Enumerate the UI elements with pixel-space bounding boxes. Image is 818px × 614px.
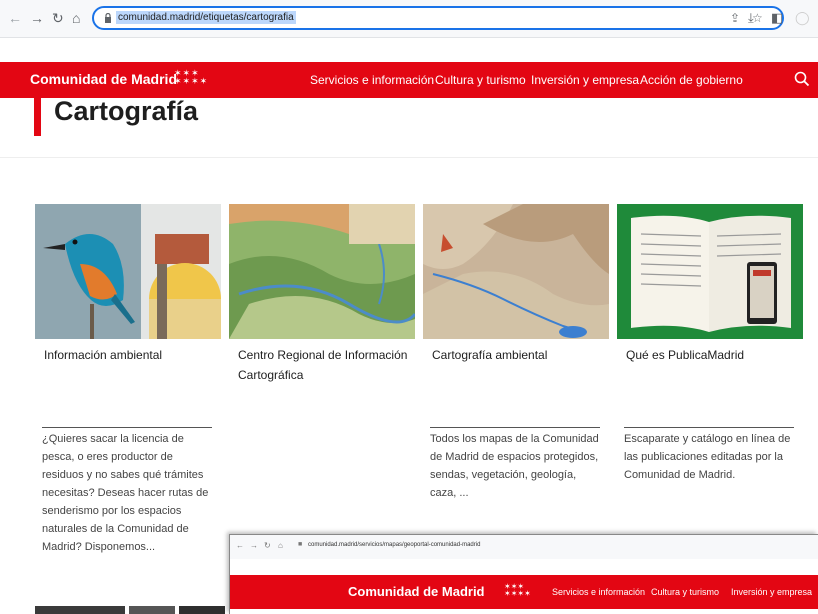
lock-icon bbox=[105, 13, 111, 23]
overlay-nav-servicios: Servicios e información bbox=[552, 587, 646, 597]
card-title[interactable]: Información ambiental bbox=[44, 345, 220, 365]
reload-icon[interactable]: ↻ bbox=[52, 10, 64, 27]
profile-icon[interactable]: ◯ bbox=[795, 10, 810, 26]
brand-logo-text[interactable]: Comunidad de Madrid bbox=[30, 71, 177, 87]
stars-logo-icon: ✶✶✶ ✶✶✶✶ bbox=[174, 68, 209, 86]
overlay-brand: Comunidad de Madrid bbox=[348, 584, 485, 599]
overlay-browser-toolbar: ← → ↻ ⌂ ■ comunidad.madrid/servicios/map… bbox=[230, 535, 818, 559]
divider bbox=[42, 427, 212, 428]
partial-thumbnails bbox=[35, 606, 225, 614]
back-icon[interactable]: ← bbox=[8, 10, 22, 26]
share-icon[interactable]: ⇪ bbox=[730, 11, 740, 25]
card-title[interactable]: Qué es PublicaMadrid bbox=[626, 345, 802, 365]
nav-cultura[interactable]: Cultura y turismo bbox=[435, 73, 526, 87]
card-description: ¿Quieres sacar la licencia de pesca, o e… bbox=[42, 433, 209, 553]
forward-icon: → bbox=[250, 541, 258, 550]
overlay-url-text: comunidad.madrid/servicios/mapas/geoport… bbox=[308, 542, 481, 548]
overlay-nav-cultura: Cultura y turismo bbox=[651, 587, 720, 597]
card-description: Todos los mapas de la Comunidad de Madri… bbox=[430, 433, 599, 499]
kingfisher-image[interactable] bbox=[35, 204, 221, 339]
home-icon[interactable]: ⌂ bbox=[72, 10, 80, 26]
lock-icon: ■ bbox=[298, 541, 303, 548]
terrain-image[interactable] bbox=[423, 204, 609, 339]
overlay-screenshot: ← → ↻ ⌂ ■ comunidad.madrid/servicios/map… bbox=[229, 534, 818, 614]
relief-map-image[interactable] bbox=[229, 204, 415, 339]
window-icon[interactable]: ◧ bbox=[771, 10, 783, 26]
card-title[interactable]: Centro Regional de Información Cartográf… bbox=[238, 345, 414, 385]
nav-servicios[interactable]: Servicios e información bbox=[310, 73, 434, 87]
download-icon[interactable]: ⤓ bbox=[748, 10, 754, 26]
card-title[interactable]: Cartografía ambiental bbox=[432, 345, 608, 365]
url-text: comunidad.madrid/etiquetas/cartografia bbox=[116, 11, 296, 24]
card-description: Escaparate y catálogo en línea de las pu… bbox=[624, 433, 791, 481]
book-image[interactable] bbox=[617, 204, 803, 339]
search-icon[interactable] bbox=[794, 71, 810, 87]
divider bbox=[430, 427, 600, 428]
title-accent-bar bbox=[34, 96, 41, 136]
home-icon: ⌂ bbox=[278, 541, 283, 550]
nav-accion-gobierno[interactable]: Acción de gobierno bbox=[640, 73, 743, 87]
address-bar[interactable]: comunidad.madrid/etiquetas/cartografia ⇪… bbox=[92, 6, 784, 30]
stars-logo-icon: ✶✶✶ ✶✶✶✶ bbox=[504, 582, 531, 598]
card-centro-regional[interactable]: Centro Regional de Información Cartográf… bbox=[229, 204, 415, 385]
divider bbox=[0, 157, 818, 158]
card-publicamadrid[interactable]: Qué es PublicaMadrid bbox=[617, 204, 803, 365]
site-header: Comunidad de Madrid ✶✶✶ ✶✶✶✶ Servicios e … bbox=[0, 62, 818, 98]
overlay-nav-inversion: Inversión y empresa bbox=[731, 587, 813, 597]
browser-toolbar: ← → ↻ ⌂ comunidad.madrid/etiquetas/carto… bbox=[0, 0, 818, 38]
nav-inversion[interactable]: Inversión y empresa bbox=[531, 73, 639, 87]
card-cartografia-ambiental[interactable]: Cartografía ambiental bbox=[423, 204, 609, 365]
overlay-site-header: Comunidad de Madrid ✶✶✶ ✶✶✶✶ Servicios e … bbox=[230, 575, 818, 609]
divider bbox=[624, 427, 794, 428]
reload-icon: ↻ bbox=[264, 541, 271, 550]
forward-icon[interactable]: → bbox=[30, 10, 44, 26]
card-informacion-ambiental[interactable]: Información ambiental bbox=[35, 204, 221, 365]
page-title: Cartografía bbox=[54, 96, 199, 126]
back-icon: ← bbox=[236, 541, 244, 550]
